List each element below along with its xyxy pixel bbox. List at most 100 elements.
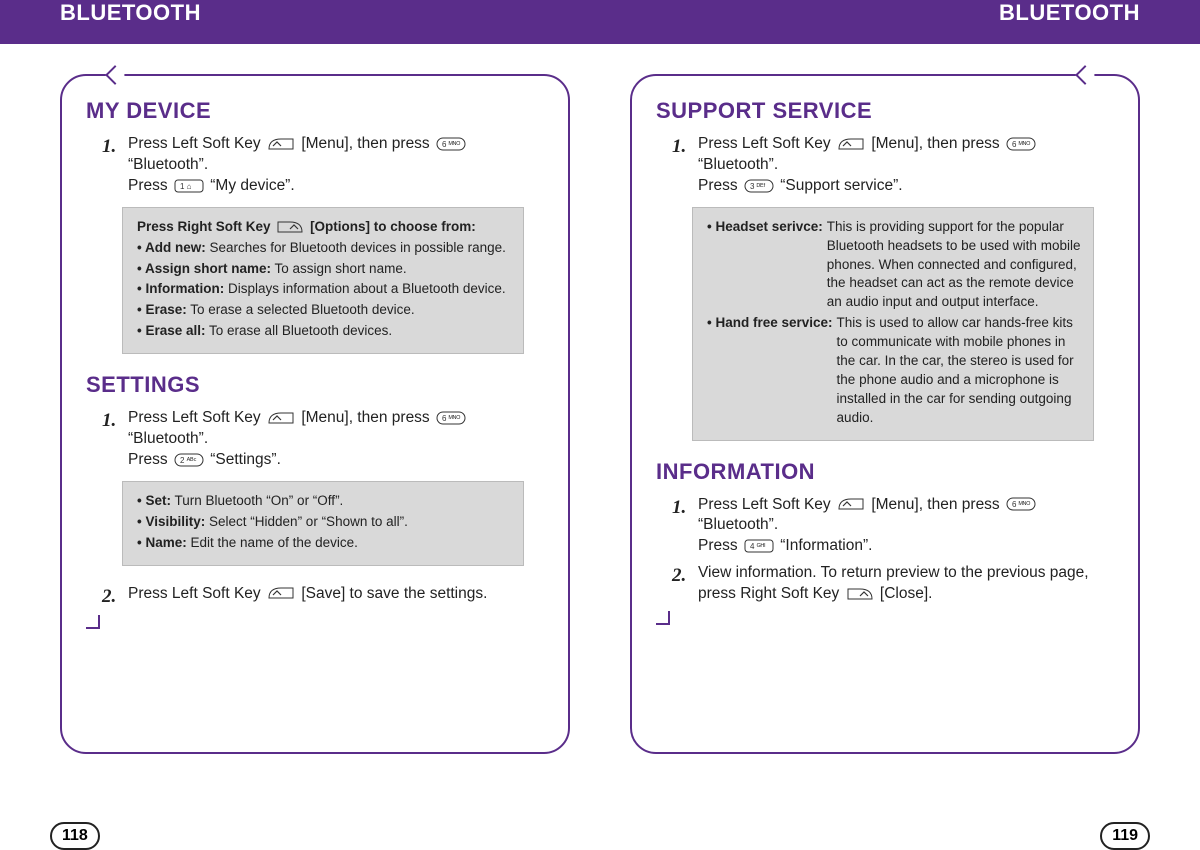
pages-container: MY DEVICE 1. Press Left Soft Key [Menu],… <box>0 44 1200 834</box>
text: [Close]. <box>880 585 933 602</box>
label: • Set: <box>137 493 171 508</box>
text: View information. To return preview to t… <box>698 564 1089 581</box>
option-row: • Assign short name: To assign short nam… <box>137 260 513 279</box>
panel-right: SUPPORT SERVICE 1. Press Left Soft Key [… <box>630 74 1140 754</box>
key-2-icon: 2 ᴬᴮᶜ <box>174 453 204 467</box>
text: [Menu], then press <box>871 496 999 513</box>
header-bar: BLUETOOTH BLUETOOTH <box>0 0 1200 44</box>
option-row: • Set: Turn Bluetooth “On” or “Off”. <box>137 492 513 511</box>
key-1-icon: 1 ⌂ <box>174 179 204 193</box>
text: To erase all Bluetooth devices. <box>209 323 392 338</box>
text: [Save] to save the settings. <box>301 585 487 602</box>
text: This is used to allow car hands-free kit… <box>833 314 1083 427</box>
step-body: View information. To return preview to t… <box>698 563 1114 605</box>
text: Press <box>128 451 168 468</box>
text: [Menu], then press <box>871 135 999 152</box>
text: Press Left Soft Key <box>698 135 831 152</box>
settings-step-2: 2. Press Left Soft Key [Save] to save th… <box>102 584 544 610</box>
label: • Headset serivce: <box>707 218 823 312</box>
label: • Visibility: <box>137 514 205 529</box>
text: “Settings”. <box>210 451 281 468</box>
text: Press <box>698 177 738 194</box>
text: “Bluetooth”. <box>128 430 208 447</box>
text: Turn Bluetooth “On” or “Off”. <box>175 493 344 508</box>
settings-options-box: • Set: Turn Bluetooth “On” or “Off”. • V… <box>122 481 524 566</box>
page-number-118: 118 <box>50 822 100 850</box>
left-soft-key-icon <box>837 497 865 511</box>
text: “My device”. <box>210 177 294 194</box>
right-soft-key-icon <box>276 220 304 234</box>
option-row: • Erase: To erase a selected Bluetooth d… <box>137 301 513 320</box>
key-6-icon: 6 ᴹᴺᴼ <box>436 137 466 151</box>
panel-left: MY DEVICE 1. Press Left Soft Key [Menu],… <box>60 74 570 754</box>
svg-text:4 ᴳᴴᴵ: 4 ᴳᴴᴵ <box>750 542 765 551</box>
information-step-1: 1. Press Left Soft Key [Menu], then pres… <box>672 495 1114 558</box>
step-number: 1. <box>672 495 698 558</box>
settings-step-1: 1. Press Left Soft Key [Menu], then pres… <box>102 408 544 471</box>
text: “Bluetooth”. <box>698 516 778 533</box>
text: [Options] to choose from: <box>310 219 476 234</box>
text: Press Left Soft Key <box>128 135 261 152</box>
heading-support-service: SUPPORT SERVICE <box>656 98 1114 124</box>
svg-text:6 ᴹᴺᴼ: 6 ᴹᴺᴼ <box>1012 140 1030 149</box>
key-6-icon: 6 ᴹᴺᴼ <box>1006 497 1036 511</box>
box-intro: Press Right Soft Key [Options] to choose… <box>137 218 513 237</box>
heading-settings: SETTINGS <box>86 372 544 398</box>
svg-text:6 ᴹᴺᴼ: 6 ᴹᴺᴼ <box>442 140 460 149</box>
text: Searches for Bluetooth devices in possib… <box>210 240 506 255</box>
option-row: • Add new: Searches for Bluetooth device… <box>137 239 513 258</box>
text: This is providing support for the popula… <box>823 218 1083 312</box>
page-118: MY DEVICE 1. Press Left Soft Key [Menu],… <box>60 74 570 834</box>
support-step-1: 1. Press Left Soft Key [Menu], then pres… <box>672 134 1114 197</box>
option-row: • Hand free service: This is used to all… <box>707 314 1083 427</box>
text: To erase a selected Bluetooth device. <box>190 302 414 317</box>
left-soft-key-icon <box>837 137 865 151</box>
label: • Assign short name: <box>137 261 271 276</box>
step-number: 2. <box>102 584 128 610</box>
label: • Add new: <box>137 240 206 255</box>
header-left: BLUETOOTH <box>60 0 201 26</box>
step-body: Press Left Soft Key [Menu], then press 6… <box>698 495 1114 558</box>
step-number: 1. <box>102 408 128 471</box>
option-row: • Headset serivce: This is providing sup… <box>707 218 1083 312</box>
option-row: • Visibility: Select “Hidden” or “Shown … <box>137 513 513 532</box>
support-options-box: • Headset serivce: This is providing sup… <box>692 207 1094 441</box>
left-soft-key-icon <box>267 411 295 425</box>
text: Press Left Soft Key <box>128 585 261 602</box>
left-soft-key-icon <box>267 137 295 151</box>
label: • Erase: <box>137 302 187 317</box>
option-row: • Name: Edit the name of the device. <box>137 534 513 553</box>
information-step-2: 2. View information. To return preview t… <box>672 563 1114 605</box>
text: Edit the name of the device. <box>191 535 358 550</box>
page-number-119: 119 <box>1100 822 1150 850</box>
text: [Menu], then press <box>301 409 429 426</box>
left-soft-key-icon <box>267 586 295 600</box>
mydevice-step-1: 1. Press Left Soft Key [Menu], then pres… <box>102 134 544 197</box>
header-right: BLUETOOTH <box>999 0 1140 26</box>
text: Displays information about a Bluetooth d… <box>228 281 506 296</box>
svg-text:6 ᴹᴺᴼ: 6 ᴹᴺᴼ <box>442 414 460 423</box>
step-number: 1. <box>672 134 698 197</box>
step-body: Press Left Soft Key [Save] to save the s… <box>128 584 544 610</box>
step-body: Press Left Soft Key [Menu], then press 6… <box>128 408 544 471</box>
text: “Support service”. <box>780 177 902 194</box>
key-6-icon: 6 ᴹᴺᴼ <box>1006 137 1036 151</box>
page-119: SUPPORT SERVICE 1. Press Left Soft Key [… <box>630 74 1140 834</box>
text: Press <box>698 537 738 554</box>
label: • Information: <box>137 281 224 296</box>
text: To assign short name. <box>275 261 407 276</box>
label: • Name: <box>137 535 187 550</box>
text: Press <box>128 177 168 194</box>
svg-text:1 ⌂: 1 ⌂ <box>180 182 192 191</box>
text: “Bluetooth”. <box>698 156 778 173</box>
text: Press Left Soft Key <box>698 496 831 513</box>
svg-text:2 ᴬᴮᶜ: 2 ᴬᴮᶜ <box>180 456 197 465</box>
key-4-icon: 4 ᴳᴴᴵ <box>744 539 774 553</box>
key-3-icon: 3 ᴰᴱᶠ <box>744 179 774 193</box>
text: Press Right Soft Key <box>137 219 271 234</box>
step-body: Press Left Soft Key [Menu], then press 6… <box>128 134 544 197</box>
svg-text:6 ᴹᴺᴼ: 6 ᴹᴺᴼ <box>1012 500 1030 509</box>
text: Press Left Soft Key <box>128 409 261 426</box>
step-body: Press Left Soft Key [Menu], then press 6… <box>698 134 1114 197</box>
svg-text:3 ᴰᴱᶠ: 3 ᴰᴱᶠ <box>750 182 766 191</box>
